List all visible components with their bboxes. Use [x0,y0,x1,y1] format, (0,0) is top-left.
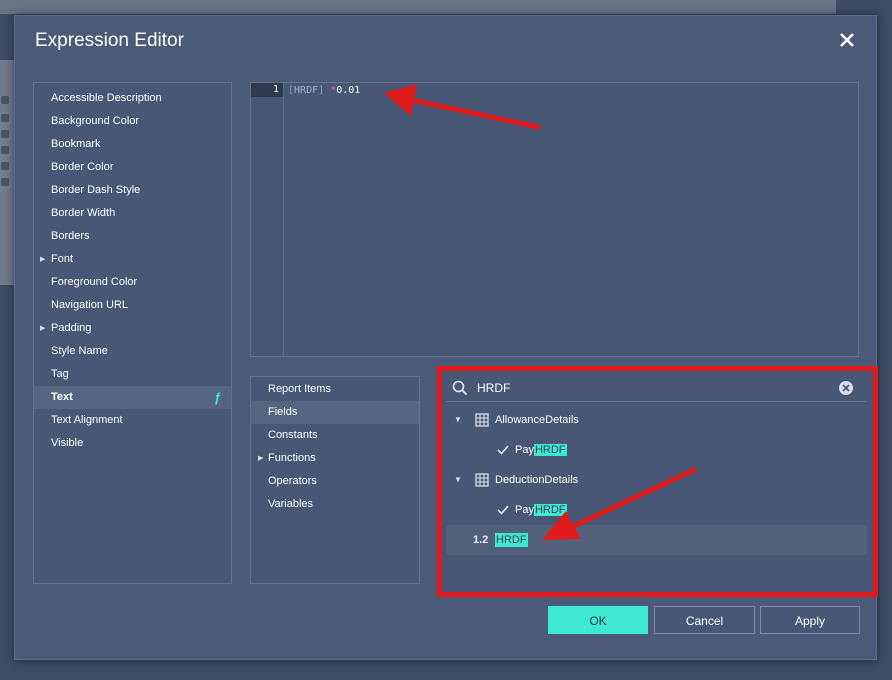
ok-button[interactable]: OK [548,606,648,634]
tree-group-deduction[interactable]: ▼ DeductionDetails [446,465,867,495]
expression-code-editor[interactable]: 1 [HRDF] *0.01 [250,82,859,357]
property-item[interactable]: Borders [34,225,231,248]
collapse-icon[interactable]: ▼ [454,405,462,435]
tree-field-label: PayHRDF [515,495,567,525]
bg-icon [1,130,9,138]
property-item[interactable]: Text ƒ [34,386,231,409]
search-icon [452,380,468,396]
clear-icon[interactable] [838,380,854,396]
table-icon [475,473,489,487]
property-item[interactable]: Tag [34,363,231,386]
collapse-icon[interactable]: ▼ [454,465,462,495]
search-input[interactable]: HRDF [477,381,510,395]
property-label: Style Name [51,345,108,357]
category-label: Functions [268,452,316,464]
property-item[interactable]: Border Width [34,202,231,225]
property-item[interactable]: Accessible Description [34,87,231,110]
background-app-toolbar [0,0,836,14]
property-label: Background Color [51,115,140,127]
property-label: Borders [51,230,90,242]
check-icon [497,505,509,515]
tree-field-pay-hrdf-allowance[interactable]: PayHRDF [446,435,867,465]
field-prefix: Pay [515,444,534,456]
category-item[interactable]: Report Items [251,378,419,401]
bg-icon [1,96,9,104]
category-label: Operators [268,475,317,487]
property-label: Text Alignment [51,414,123,426]
table-icon [475,413,489,427]
category-label: Fields [268,406,298,418]
property-item[interactable]: Foreground Color [34,271,231,294]
tree-field-pay-hrdf-deduction[interactable]: PayHRDF [446,495,867,525]
line-number: 1 [251,83,283,97]
property-label: Border Color [51,161,114,173]
check-icon [497,445,509,455]
property-item[interactable]: Border Color [34,156,231,179]
property-label: Bookmark [51,138,101,150]
property-label: Border Dash Style [51,184,141,196]
dialog-title: Expression Editor [35,30,184,51]
property-label: Border Width [51,207,116,219]
bg-icon [1,162,9,170]
property-label: Accessible Description [51,92,162,104]
property-item[interactable]: Bookmark [34,133,231,156]
field-prefix: Pay [515,504,534,516]
property-label: Font [51,253,74,265]
search-match-highlight: HRDF [533,504,567,516]
apply-button[interactable]: Apply [760,606,860,634]
bg-icon [1,178,9,186]
property-label: Tag [51,368,69,380]
search-bar[interactable]: HRDF [446,375,867,402]
property-item[interactable]: Text Alignment [34,409,231,432]
cancel-button[interactable]: Cancel [654,606,755,634]
category-item[interactable]: ▶ Functions [251,447,419,470]
property-list: Accessible Description Background Color Bo… [33,82,232,584]
expand-icon[interactable]: ▶ [40,317,45,340]
category-item[interactable]: Variables [251,493,419,516]
tree-group-label: DeductionDetails [495,474,579,486]
code-field: HRDF [294,85,319,96]
expand-icon[interactable]: ▶ [40,248,45,271]
category-item[interactable]: Constants [251,424,419,447]
bg-icon [1,146,9,154]
code-number: 0.01 [336,85,361,96]
property-item[interactable]: Border Dash Style [34,179,231,202]
property-label: Text [51,391,73,403]
category-item[interactable]: Operators [251,470,419,493]
search-match-highlight: HRDF [533,444,567,456]
category-list: Report Items Fields Constants ▶ Functions Ope… [250,376,420,584]
category-label: Variables [268,498,314,510]
expression-code[interactable]: [HRDF] *0.01 [288,84,360,98]
expression-editor-dialog: Expression Editor Accessible Description… [14,15,878,660]
property-label: Navigation URL [51,299,129,311]
number-type-icon: 1.2 [473,534,489,546]
property-label: Padding [51,322,92,334]
tree-field-label: PayHRDF [515,435,567,465]
close-button[interactable] [833,26,861,54]
expand-icon[interactable]: ▶ [258,447,263,470]
property-item[interactable]: Navigation URL [34,294,231,317]
property-label: Foreground Color [51,276,138,288]
property-item[interactable]: ▶ Font [34,248,231,271]
close-icon [840,33,854,47]
expression-icon: ƒ [213,390,221,405]
category-label: Constants [268,429,318,441]
background-app-sidebar [0,60,14,285]
tree-parameter-hrdf[interactable]: 1.2 HRDF [446,525,867,555]
bg-icon [1,114,9,122]
property-item[interactable]: Background Color [34,110,231,133]
search-results-panel: HRDF ▼ AllowanceDetails PayHRDF ▼ Deduct… [437,366,878,597]
property-label: Visible [51,437,84,449]
category-item[interactable]: Fields [251,401,419,424]
line-number-gutter: 1 [251,83,284,356]
property-item[interactable]: Style Name [34,340,231,363]
tree-group-allowance[interactable]: ▼ AllowanceDetails [446,405,867,435]
tree-group-label: AllowanceDetails [495,414,579,426]
property-item[interactable]: Visible [34,432,231,455]
property-item[interactable]: ▶ Padding [34,317,231,340]
category-label: Report Items [268,383,331,395]
search-match-highlight: HRDF [495,533,528,547]
